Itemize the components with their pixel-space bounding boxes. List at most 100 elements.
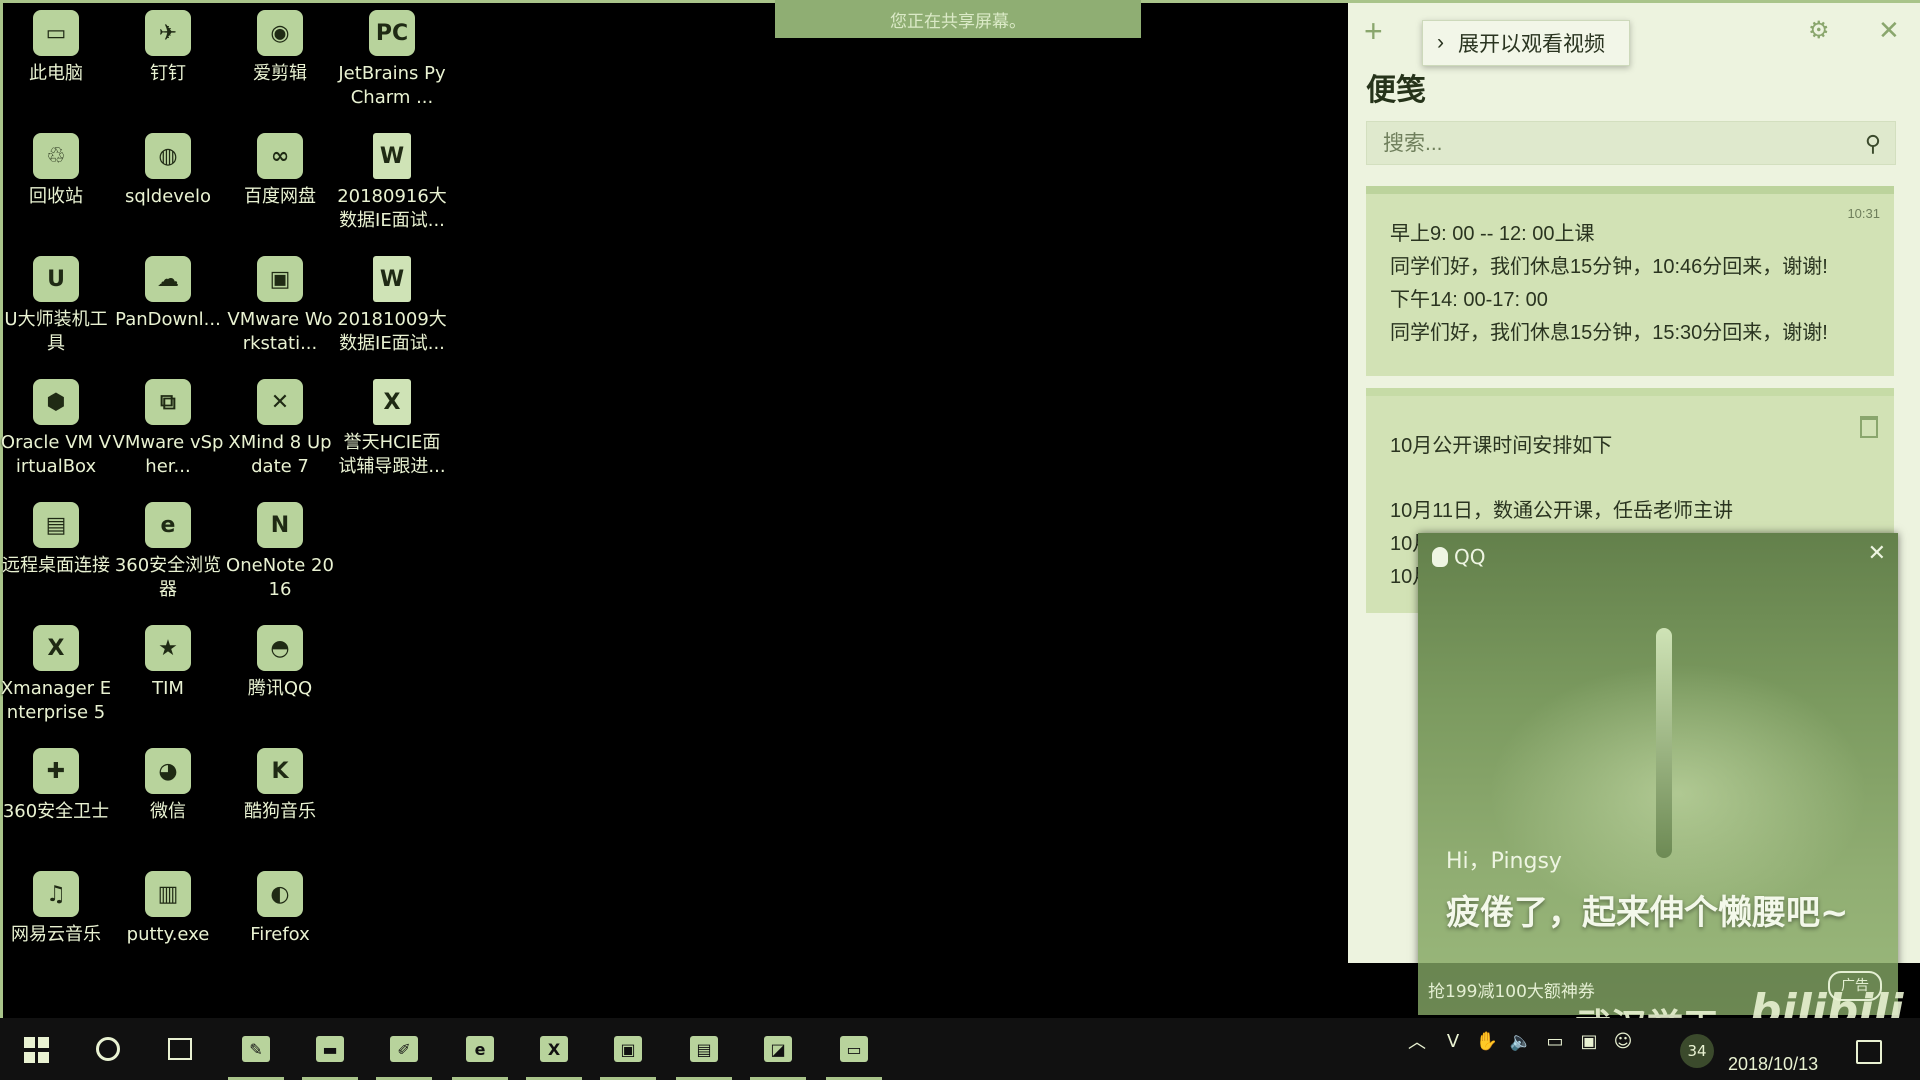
close-icon[interactable]: ✕ [1868, 541, 1886, 566]
qq-message: 疲倦了，起来伸个懒腰吧~ [1446, 893, 1849, 933]
app-icon: ◐ [257, 871, 303, 917]
desktop-icon-label: 回收站 [29, 186, 83, 207]
start-button[interactable] [8, 1028, 64, 1070]
desktop-icon-label: 钉钉 [150, 63, 186, 84]
desktop-icon[interactable]: ▤ 远程桌面连接 [0, 496, 112, 614]
trash-icon[interactable] [1860, 416, 1878, 438]
note-line: 下午14: 00-17: 00 [1390, 289, 1548, 311]
terminal-icon: ▭ [840, 1036, 868, 1062]
taskbar-app-remote[interactable]: ▤ [676, 1028, 732, 1080]
taskbar-app-vmware[interactable]: ▣ [600, 1028, 656, 1080]
desktop-icon[interactable]: ◐ Firefox [224, 865, 336, 983]
desktop-icon[interactable]: PC JetBrains PyCharm ... [336, 4, 448, 122]
desktop-icon-label: Oracle VM VirtualBox [0, 432, 112, 477]
app-icon: U [33, 256, 79, 302]
emoji-icon[interactable]: ☺ [1606, 1031, 1640, 1052]
search-box[interactable]: ⚲ [1366, 121, 1896, 166]
new-note-icon[interactable]: + [1364, 15, 1383, 47]
taskbar-app-excel[interactable]: X [526, 1028, 582, 1080]
chevron-up-icon[interactable]: ︿ [1408, 1028, 1436, 1054]
desktop-icon[interactable]: K 酷狗音乐 [224, 742, 336, 860]
notification-icon[interactable] [1856, 1040, 1882, 1064]
desktop-icon-label: TIM [152, 678, 184, 699]
desktop-icon-label: VMware vSpher... [112, 432, 224, 477]
app-icon: ◕ [145, 748, 191, 794]
app-icon: N [257, 502, 303, 548]
desktop-icon[interactable]: e 360安全浏览器 [112, 496, 224, 614]
desktop-icon[interactable]: ◉ 爱剪辑 [224, 4, 336, 122]
taskbar-app-notes[interactable]: ✐ [376, 1028, 432, 1080]
desktop-icon[interactable]: ▣ VMware Workstati... [224, 250, 336, 368]
desktop-icon-label: 20180916大数据IE面试... [337, 186, 447, 231]
tray-badge[interactable]: 34 [1680, 1034, 1714, 1068]
task-view-button[interactable] [152, 1028, 208, 1070]
desktop-icon[interactable]: ∞ 百度网盘 [224, 127, 336, 245]
note-line: 10月公开课时间安排如下 [1390, 435, 1613, 457]
qq-ad-text[interactable]: 抢199减100大额神券 [1428, 977, 1595, 1002]
desktop-icon[interactable]: ▭ 此电脑 [0, 4, 112, 122]
desktop-icon[interactable]: ♫ 网易云音乐 [0, 865, 112, 983]
volume-icon[interactable]: 🔈 [1504, 1031, 1538, 1052]
desktop-icon[interactable]: W 20180916大数据IE面试... [336, 127, 448, 245]
desktop-icon[interactable]: ◓ 腾讯QQ [224, 619, 336, 737]
taskbar-app-browser[interactable]: e [452, 1028, 508, 1080]
windows-icon [23, 1036, 49, 1063]
desktop: ▭ 此电脑 ✈ 钉钉 ◉ 爱剪辑 PC JetBrains PyCharm ... ♲ 回收站 ◍ s… [0, 0, 460, 1015]
battery-icon[interactable]: ▭ [1538, 1031, 1572, 1052]
desktop-icon[interactable]: X 誉天HCIE面试辅导跟进... [336, 373, 448, 491]
app-icon: K [257, 748, 303, 794]
taskbar-app-chat[interactable]: ✎ [228, 1028, 284, 1080]
app-icon: ✈ [145, 10, 191, 56]
taskbar-app-terminal[interactable]: ▭ [826, 1028, 882, 1080]
desktop-icon[interactable]: ♲ 回收站 [0, 127, 112, 245]
taskbar-app-explorer[interactable]: ▬ [302, 1028, 358, 1080]
desktop-icon[interactable]: ◍ sqldevelo [112, 127, 224, 245]
taskbar-app-sticky[interactable]: ◪ [750, 1028, 806, 1080]
search-icon[interactable]: ⚲ [1865, 131, 1881, 157]
search-input[interactable] [1367, 122, 1855, 166]
desktop-icon[interactable]: ⬢ Oracle VM VirtualBox [0, 373, 112, 491]
note-card[interactable]: 10:31 早上9: 00 -- 12: 00上课 同学们好，我们休息15分钟，… [1366, 186, 1894, 376]
qq-popup[interactable]: QQ ✕ Hi，Pingsy 疲倦了，起来伸个懒腰吧~ 抢199减100大额神券… [1418, 533, 1898, 1015]
desktop-icon[interactable]: ✚ 360安全卫士 [0, 742, 112, 860]
cortana-button[interactable] [80, 1028, 136, 1070]
desktop-icon-label: XMind 8 Update 7 [228, 432, 332, 477]
desktop-icon-label: 腾讯QQ [247, 678, 313, 699]
desktop-icon[interactable]: ★ TIM [112, 619, 224, 737]
qq-penguin-icon [1432, 547, 1448, 567]
gear-icon[interactable]: ⚙ [1808, 19, 1832, 43]
desktop-icon-label: 微信 [150, 801, 186, 822]
network-icon[interactable]: ▣ [1572, 1031, 1606, 1052]
close-icon[interactable]: ✕ [1878, 17, 1900, 43]
app-icon: PC [369, 10, 415, 56]
panel-title: 便笺 [1366, 74, 1426, 107]
desktop-icon[interactable]: ▥ putty.exe [112, 865, 224, 983]
desktop-icon[interactable]: X Xmanager Enterprise 5 [0, 619, 112, 737]
app-icon: ◍ [145, 133, 191, 179]
screen-share-banner: 您正在共享屏幕。 [775, 0, 1141, 38]
clock-date[interactable]: 2018/10/13 [1728, 1054, 1818, 1075]
v-app-icon[interactable]: V [1436, 1031, 1470, 1052]
qq-popup-header: QQ [1432, 545, 1485, 569]
desktop-icon-label: putty.exe [126, 924, 210, 945]
desktop-icon[interactable]: U U大师装机工具 [0, 250, 112, 368]
desktop-icon[interactable]: ✈ 钉钉 [112, 4, 224, 122]
app-icon: ▣ [257, 256, 303, 302]
desktop-icon-label: JetBrains PyCharm ... [338, 63, 446, 108]
desktop-icon[interactable]: ✕ XMind 8 Update 7 [224, 373, 336, 491]
desktop-icon[interactable]: ⧉ VMware vSpher... [112, 373, 224, 491]
desktop-icon-label: 誉天HCIE面试辅导跟进... [338, 432, 446, 477]
desktop-icon[interactable]: N OneNote 2016 [224, 496, 336, 614]
note-timestamp: 10:31 [1847, 206, 1880, 221]
app-icon: ★ [145, 625, 191, 671]
app-icon: ▭ [33, 10, 79, 56]
app-icon: ✚ [33, 748, 79, 794]
expand-video-tooltip[interactable]: › 展开以观看视频 [1422, 20, 1630, 66]
desktop-icon[interactable]: W 20181009大数据IE面试... [336, 250, 448, 368]
tray-app-icon[interactable]: ✋ [1470, 1031, 1504, 1052]
app-icon: W [373, 133, 411, 179]
desktop-icon[interactable]: ◕ 微信 [112, 742, 224, 860]
document-icon: ✐ [390, 1036, 418, 1062]
app-icon: ∞ [257, 133, 303, 179]
desktop-icon[interactable]: ☁ PanDownl... [112, 250, 224, 368]
